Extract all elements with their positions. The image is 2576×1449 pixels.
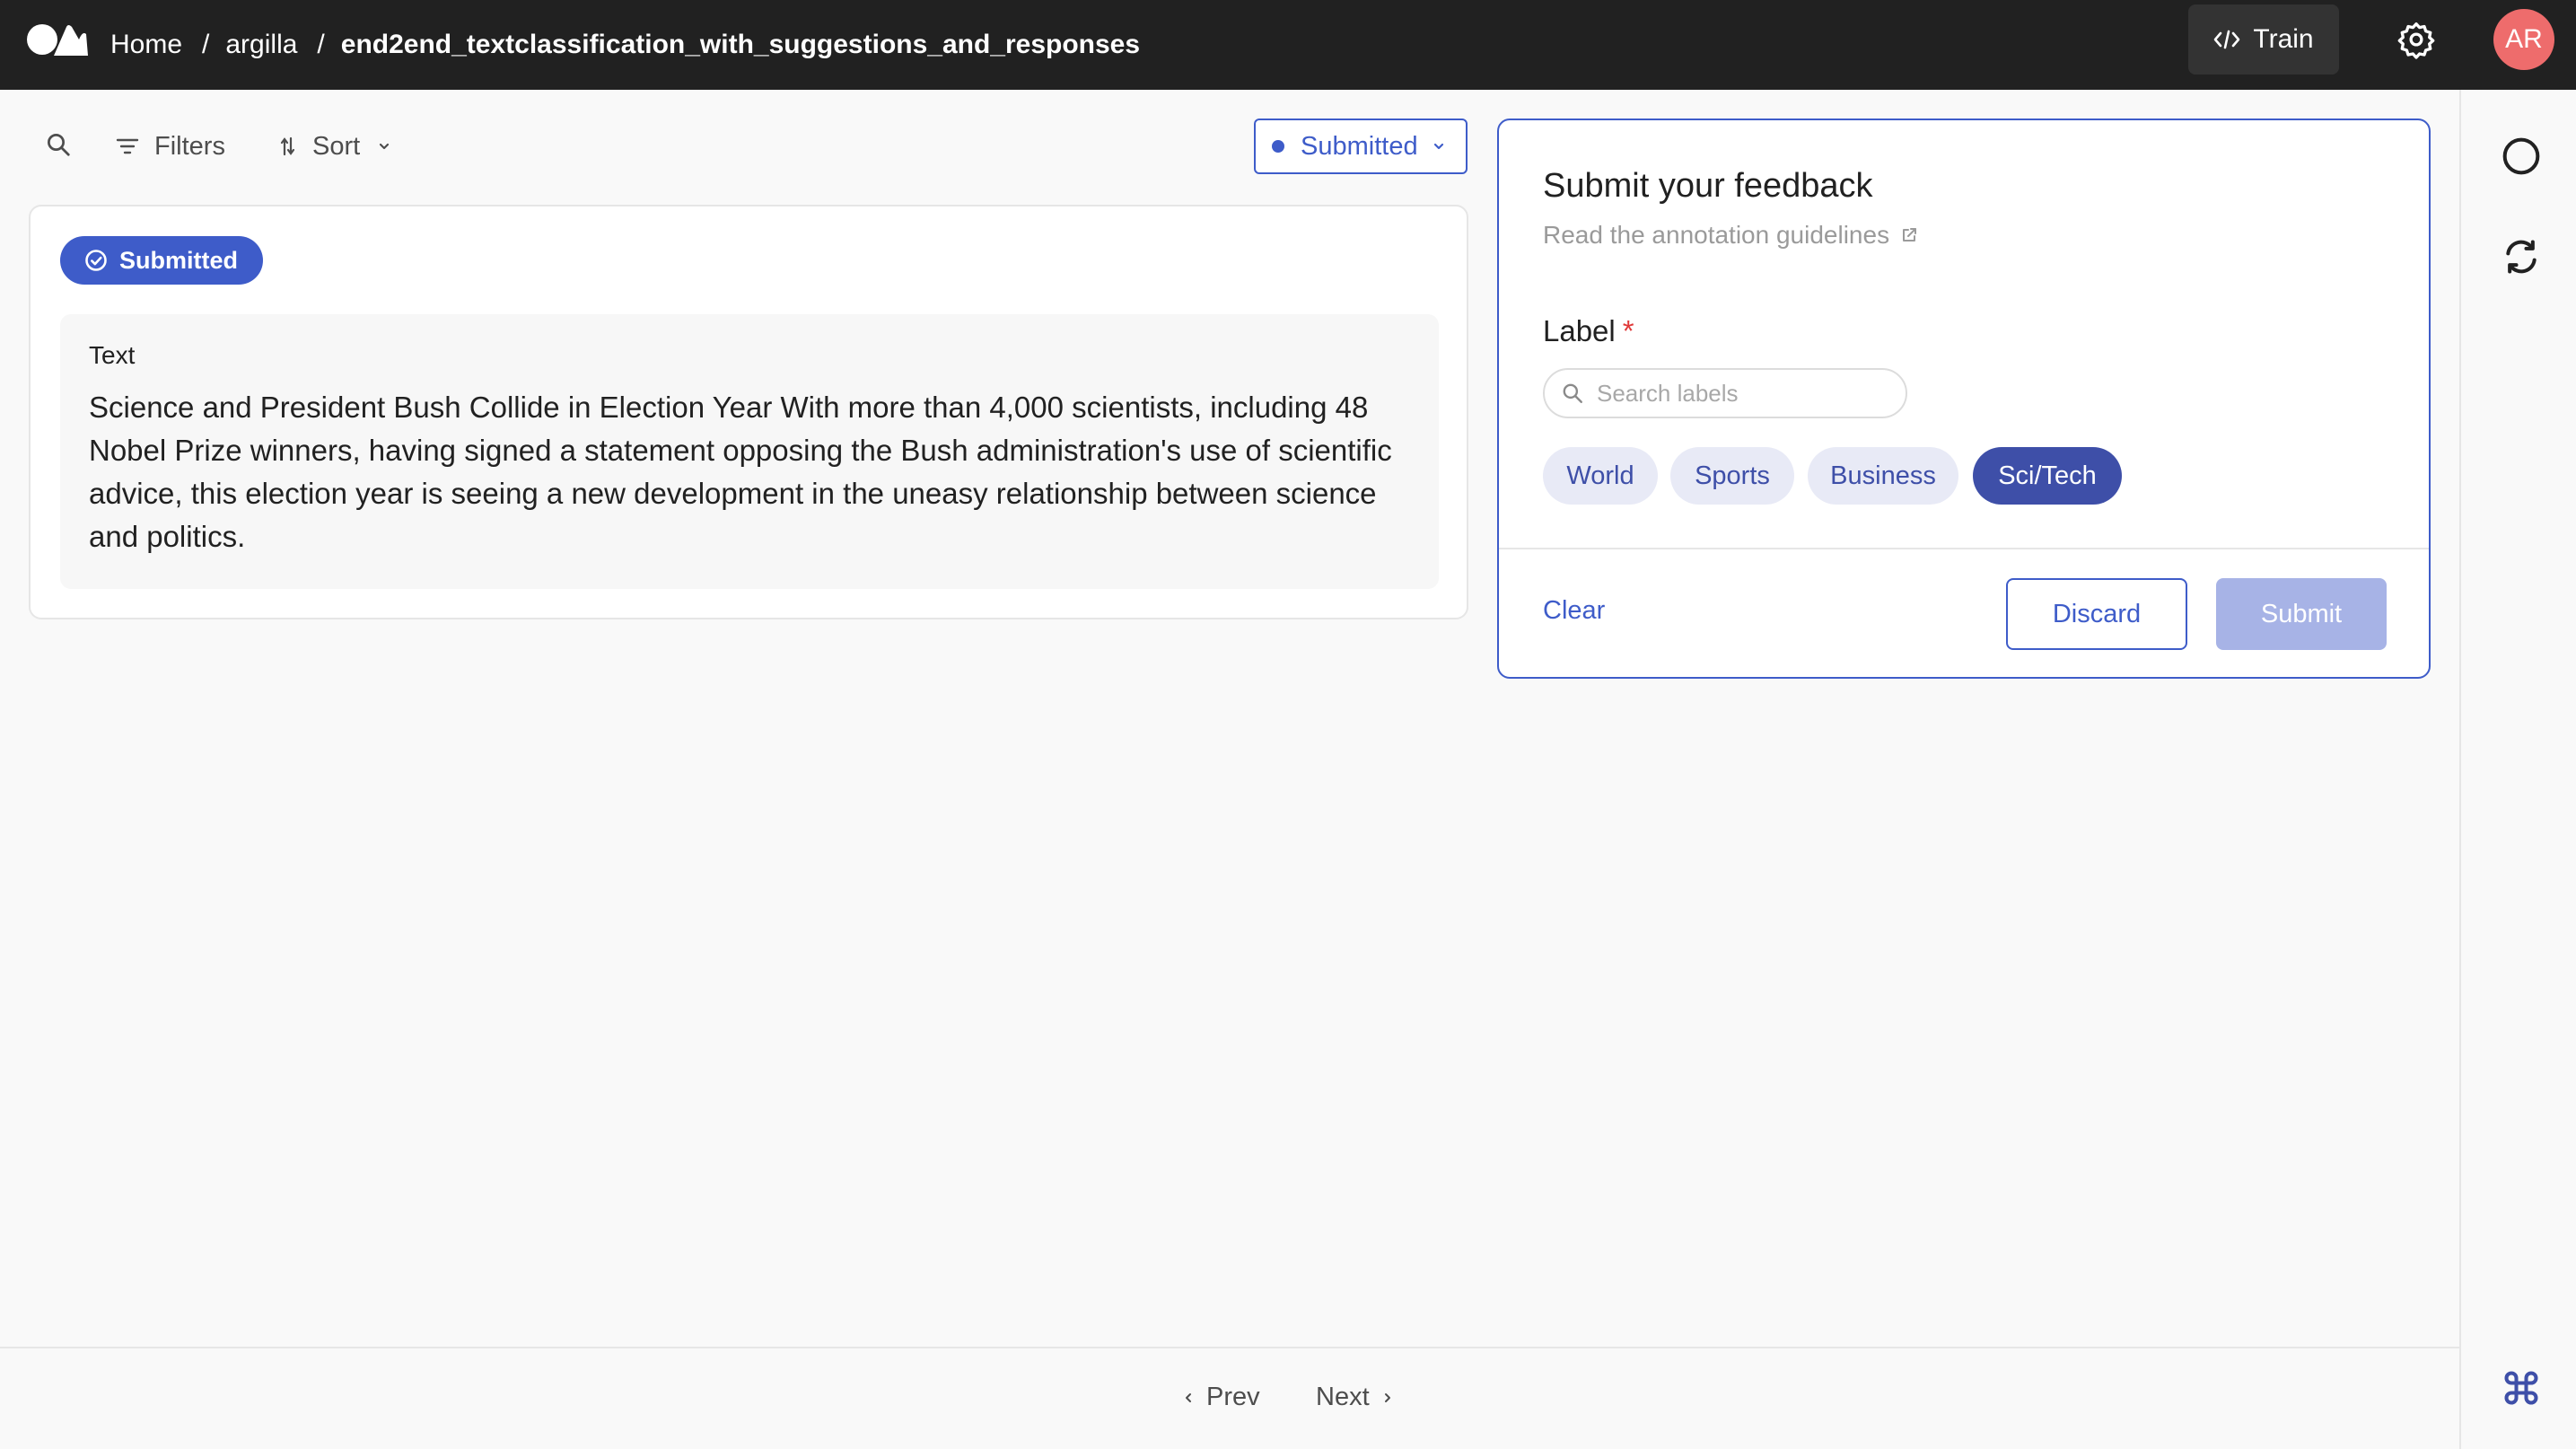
chevron-left-icon: [1183, 1391, 1194, 1405]
field-text: Science and President Bush Collide in El…: [89, 391, 1392, 553]
label-chip-scitech[interactable]: Sci/Tech: [1973, 447, 2122, 505]
guidelines-label: Read the annotation guidelines: [1543, 221, 1890, 249]
status-badge: Submitted: [60, 236, 263, 285]
chevron-right-icon: [1382, 1391, 1393, 1405]
next-label: Next: [1316, 1383, 1370, 1411]
search-icon: [1561, 382, 1584, 405]
breadcrumb-separator: /: [202, 30, 210, 59]
chevron-down-icon: [1431, 141, 1447, 152]
question-title: Label *: [1543, 314, 1634, 348]
code-icon: [2213, 29, 2240, 50]
search-labels-placeholder: Search labels: [1597, 379, 1739, 407]
refresh-icon[interactable]: [2502, 237, 2541, 277]
status-badge-label: Submitted: [119, 246, 238, 274]
footer-divider: [0, 1347, 2459, 1348]
prev-label: Prev: [1206, 1383, 1260, 1411]
next-button[interactable]: Next: [1316, 1383, 1393, 1412]
command-shortcuts-icon[interactable]: [2502, 1368, 2541, 1408]
train-button[interactable]: Train: [2188, 4, 2339, 75]
feedback-panel: Submit your feedback Read the annotation…: [1497, 119, 2431, 679]
status-filter-select[interactable]: Submitted: [1254, 119, 1468, 174]
external-link-icon: [1900, 226, 1918, 244]
train-label: Train: [2253, 24, 2314, 54]
status-filter-value: Submitted: [1301, 131, 1418, 161]
sort-icon: [280, 135, 296, 158]
status-dot-icon: [1272, 140, 1284, 153]
required-mark: *: [1622, 314, 1634, 347]
discard-button[interactable]: Discard: [2006, 578, 2187, 650]
field-title: Text: [89, 341, 136, 369]
record-card: Submitted Text Science and President Bus…: [29, 205, 1468, 619]
check-circle-icon: [83, 248, 109, 273]
theme-toggle-icon[interactable]: [2502, 136, 2541, 176]
filters-button[interactable]: Filters: [115, 131, 225, 162]
top-bar: Home / argilla / end2end_textclassificat…: [0, 0, 2576, 90]
label-chip-business[interactable]: Business: [1808, 447, 1958, 505]
panel-divider: [1499, 548, 2429, 549]
label-chip-sports[interactable]: Sports: [1670, 447, 1794, 505]
clear-button[interactable]: Clear: [1543, 596, 1605, 626]
breadcrumb-workspace[interactable]: argilla: [225, 30, 297, 60]
breadcrumb-dataset: end2end_textclassification_with_suggesti…: [340, 30, 1141, 59]
avatar[interactable]: AR: [2493, 9, 2554, 70]
submit-button[interactable]: Submit: [2216, 578, 2387, 650]
question-label: Label: [1543, 314, 1616, 347]
right-sidebar: [2459, 90, 2576, 1449]
chevron-down-icon: [376, 141, 392, 152]
guidelines-link[interactable]: Read the annotation guidelines: [1543, 221, 1918, 250]
panel-title: Submit your feedback: [1543, 167, 1873, 205]
breadcrumb: Home / argilla / end2end_textclassificat…: [110, 0, 1140, 90]
text-field: Text Science and President Bush Collide …: [60, 314, 1439, 589]
sort-label: Sort: [312, 131, 361, 161]
label-chip-world[interactable]: World: [1543, 447, 1658, 505]
search-icon[interactable]: [45, 131, 72, 158]
prev-button[interactable]: Prev: [1183, 1383, 1260, 1412]
gear-icon[interactable]: [2396, 20, 2436, 59]
search-labels-input[interactable]: Search labels: [1543, 368, 1907, 418]
filters-label: Filters: [154, 131, 225, 161]
filter-icon: [115, 136, 140, 157]
breadcrumb-home[interactable]: Home: [110, 30, 182, 60]
sort-button[interactable]: Sort: [280, 131, 392, 162]
breadcrumb-separator: /: [317, 30, 325, 59]
argilla-logo-icon[interactable]: [27, 22, 88, 57]
